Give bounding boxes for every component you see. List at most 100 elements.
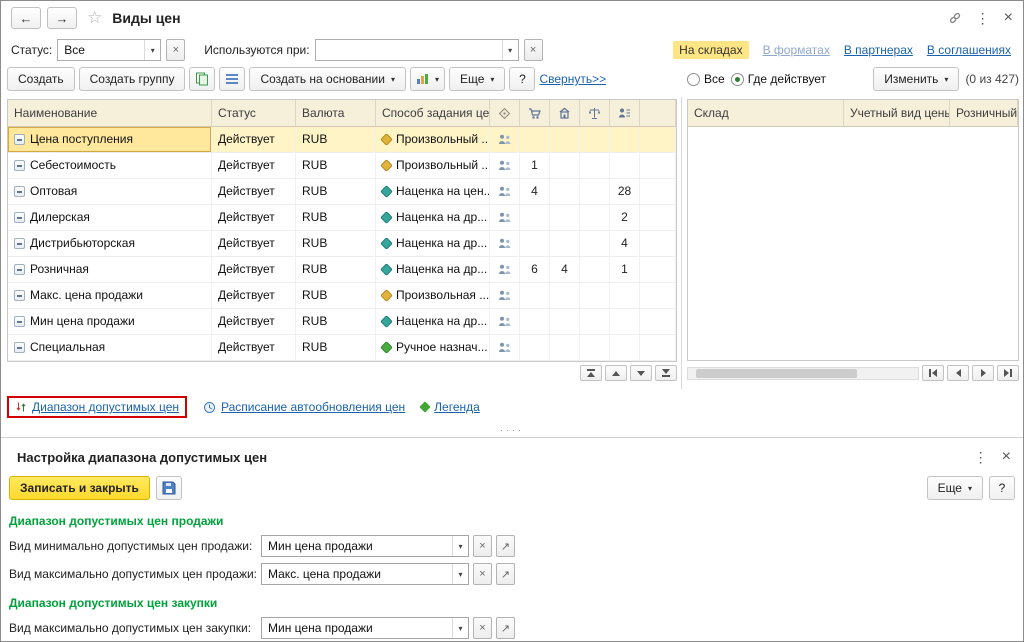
min-sale-price-input[interactable]: Мин цена продажи ▾ [261,535,469,557]
cell-count-4[interactable] [610,283,640,309]
cell-method[interactable]: Наценка на др... [376,205,490,231]
save-and-close-button[interactable]: Записать и закрыть [9,476,150,500]
cell-count-1[interactable] [520,205,550,231]
table-row[interactable]: Дистрибьюторская Действует RUB Наценка н… [8,231,676,257]
dialog-more-button[interactable]: Еще ▾ [926,476,983,500]
cell-status[interactable]: Действует [212,335,296,361]
open-button[interactable]: ↗ [496,617,515,639]
help-button[interactable]: ? [509,67,536,91]
table-row[interactable]: Мин цена продажи Действует RUB Наценка н… [8,309,676,335]
cell-count-2[interactable] [550,309,580,335]
column-warehouse[interactable]: Склад [688,100,844,127]
legend-link[interactable]: Легенда [434,400,480,414]
clear-button[interactable]: × [473,617,492,639]
cell-count-2[interactable] [550,205,580,231]
cell-name[interactable]: Розничная [8,257,212,283]
cell-count-3[interactable] [580,179,610,205]
link-warehouses[interactable]: На складах [673,41,749,59]
cell-count-2[interactable] [550,283,580,309]
cell-method[interactable]: Произвольная ... [376,283,490,309]
person-list-icon[interactable] [610,100,640,127]
cell-name[interactable]: Себестоимость [8,153,212,179]
link-partners[interactable]: В партнерах [844,43,913,57]
table-row[interactable]: Розничная Действует RUB Наценка на др...… [8,257,676,283]
clear-button[interactable]: × [473,535,492,557]
cell-users[interactable] [490,127,520,153]
column-name[interactable]: Наименование [8,100,212,127]
cell-users[interactable] [490,283,520,309]
cell-users[interactable] [490,335,520,361]
cell-count-4[interactable] [610,127,640,153]
back-button[interactable]: ← [11,7,41,29]
scroll-left-button[interactable] [947,365,969,381]
link-agreements[interactable]: В соглашениях [927,43,1011,57]
column-currency[interactable]: Валюта [296,100,376,127]
cell-currency[interactable]: RUB [296,179,376,205]
radio-where-active[interactable]: Где действует [730,72,826,86]
open-button[interactable]: ↗ [496,563,515,585]
cell-count-2[interactable] [550,127,580,153]
cell-status[interactable]: Действует [212,179,296,205]
scroll-up-button[interactable] [605,365,627,381]
dialog-close-icon[interactable]: × [1002,448,1011,466]
table-row[interactable]: Цена поступления Действует RUB Произволь… [8,127,676,153]
create-button[interactable]: Создать [7,67,75,91]
cell-count-3[interactable] [580,231,610,257]
column-status[interactable]: Статус [212,100,296,127]
cell-count-2[interactable]: 4 [550,257,580,283]
vertical-splitter[interactable] [681,97,682,389]
cell-name[interactable]: Цена поступления [8,127,212,153]
cell-status[interactable]: Действует [212,153,296,179]
column-method[interactable]: Способ задания цены [376,100,490,127]
usage-clear-button[interactable]: × [523,39,543,61]
column-accounting-price[interactable]: Учетный вид цены [844,100,950,127]
window-menu-icon[interactable]: ⋮ [976,10,990,27]
cell-name[interactable]: Специальная [8,335,212,361]
max-sale-price-input[interactable]: Макс. цена продажи ▾ [261,563,469,585]
table-row[interactable]: Себестоимость Действует RUB Произвольный… [8,153,676,179]
cell-status[interactable]: Действует [212,257,296,283]
cell-name[interactable]: Дистрибьюторская [8,231,212,257]
cell-count-4[interactable]: 1 [610,257,640,283]
more-button[interactable]: Еще ▾ [449,67,506,91]
scrollbar-thumb[interactable] [696,368,857,378]
cell-name[interactable]: Мин цена продажи [8,309,212,335]
radio-all[interactable]: Все [687,72,725,86]
cell-name[interactable]: Оптовая [8,179,212,205]
cell-method[interactable]: Наценка на др... [376,257,490,283]
cell-count-4[interactable]: 28 [610,179,640,205]
cell-currency[interactable]: RUB [296,127,376,153]
copy-button[interactable] [189,67,216,91]
cell-status[interactable]: Действует [212,231,296,257]
price-tag-icon[interactable] [490,100,520,127]
chevron-down-icon[interactable]: ▾ [452,618,468,638]
horizontal-splitter[interactable]: ···· [1,425,1023,438]
edit-button[interactable]: Изменить ▾ [873,67,960,91]
cell-count-1[interactable]: 6 [520,257,550,283]
store-icon[interactable] [550,100,580,127]
forward-button[interactable]: → [47,7,77,29]
cell-count-3[interactable] [580,257,610,283]
status-combo[interactable]: Все ▾ [57,39,162,61]
cell-status[interactable]: Действует [212,309,296,335]
cell-count-3[interactable] [580,153,610,179]
cell-count-1[interactable] [520,309,550,335]
reports-dropdown-button[interactable]: ▾ [409,67,445,91]
cell-count-4[interactable] [610,335,640,361]
cell-count-1[interactable] [520,231,550,257]
open-button[interactable]: ↗ [496,535,515,557]
clear-button[interactable]: × [473,563,492,585]
cell-method[interactable]: Произвольный ... [376,153,490,179]
create-based-on-button[interactable]: Создать на основании ▾ [249,67,406,91]
cell-count-1[interactable]: 4 [520,179,550,205]
cell-currency[interactable]: RUB [296,231,376,257]
cell-count-1[interactable]: 1 [520,153,550,179]
cell-count-3[interactable] [580,205,610,231]
table-row[interactable]: Специальная Действует RUB Ручное назнач.… [8,335,676,361]
get-link-icon[interactable] [948,11,962,25]
cell-currency[interactable]: RUB [296,257,376,283]
chevron-down-icon[interactable]: ▾ [501,40,518,60]
cell-users[interactable] [490,231,520,257]
price-range-link[interactable]: Диапазон допустимых цен [32,400,179,414]
cell-users[interactable] [490,257,520,283]
